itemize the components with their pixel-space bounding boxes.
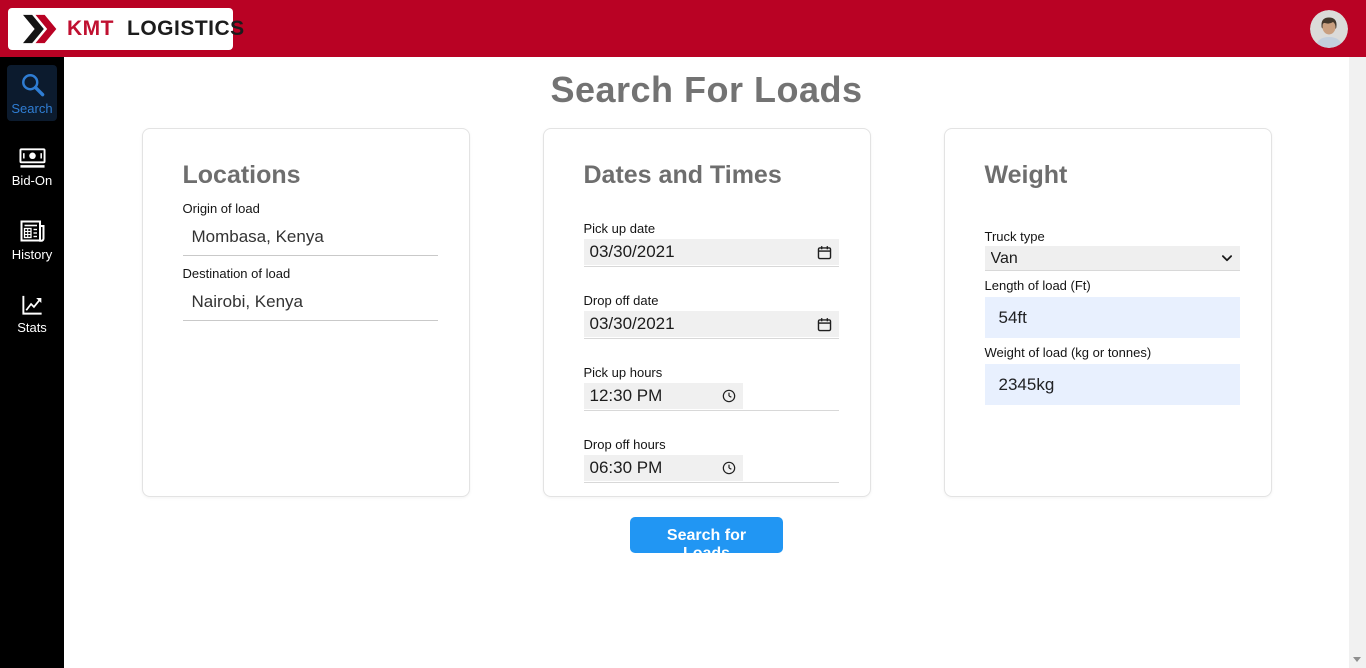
dropoff-hours-wrap — [583, 455, 839, 483]
user-avatar[interactable] — [1310, 10, 1348, 48]
clock-icon[interactable] — [721, 460, 737, 476]
pickup-hours-wrap — [583, 383, 839, 411]
dropoff-hours-group: Drop off hours — [583, 437, 840, 483]
stats-icon — [20, 292, 45, 317]
sidebar-item-label: Bid-On — [11, 173, 53, 188]
dropoff-date-input[interactable] — [589, 314, 816, 334]
top-header-bar: KMT LOGISTICS — [0, 0, 1366, 57]
sidebar-item-bid-on[interactable]: Bid-On — [7, 140, 57, 193]
length-input[interactable] — [984, 297, 1240, 338]
cards-row: Locations Origin of load Destination of … — [64, 128, 1349, 497]
destination-label: Destination of load — [182, 266, 291, 281]
weight-card-title: Weight — [984, 161, 1068, 189]
brand-logistics-text: LOGISTICS — [127, 17, 245, 40]
dropoff-date-label: Drop off date — [583, 293, 659, 308]
calendar-icon[interactable] — [816, 316, 833, 333]
weight-label: Weight of load (kg or tonnes) — [984, 345, 1152, 360]
origin-field-wrap — [182, 225, 438, 256]
weight-card: Weight Truck type Van Length of load (Ft… — [943, 128, 1272, 497]
dates-card-title: Dates and Times — [583, 161, 782, 189]
brand-logo[interactable]: KMT LOGISTICS — [8, 8, 244, 50]
dropoff-date-group: Drop off date — [583, 293, 840, 339]
calendar-icon[interactable] — [816, 244, 833, 261]
main-content: Search For Loads Locations Origin of loa… — [64, 57, 1349, 668]
dates-card: Dates and Times Pick up date 03/30/2021 … — [542, 128, 871, 497]
sidebar-item-label: History — [11, 247, 53, 262]
sidebar-item-label: Search — [11, 101, 53, 116]
scrollbar-down-arrow-icon[interactable] — [1353, 657, 1361, 662]
sidebar-item-stats[interactable]: Stats — [7, 286, 57, 340]
dropoff-hours-label: Drop off hours — [583, 437, 666, 452]
pickup-hours-group: Pick up hours — [583, 365, 840, 411]
sidebar-item-search[interactable]: Search — [7, 65, 57, 121]
dropoff-date-wrap — [583, 311, 839, 339]
brand-chevrons-icon — [18, 13, 58, 45]
search-icon — [19, 71, 46, 98]
page-title: Search For Loads — [550, 69, 863, 110]
pickup-date-label: Pick up date — [583, 221, 656, 236]
pickup-hours-label: Pick up hours — [583, 365, 663, 380]
sidebar-item-label: Stats — [17, 320, 47, 335]
pickup-hours-input[interactable] — [589, 386, 721, 406]
origin-input[interactable] — [191, 227, 438, 247]
sidebar-item-history[interactable]: History — [7, 212, 57, 267]
origin-label: Origin of load — [182, 201, 260, 216]
destination-input[interactable] — [191, 292, 438, 312]
newspaper-icon — [19, 218, 46, 244]
truck-type-select[interactable]: Van — [984, 246, 1240, 270]
destination-field-wrap — [182, 290, 438, 321]
locations-card: Locations Origin of load Destination of … — [141, 128, 470, 497]
locations-card-title: Locations — [182, 161, 301, 189]
weight-input[interactable] — [984, 364, 1240, 405]
vertical-scrollbar[interactable] — [1349, 57, 1366, 668]
sidebar-nav: Search Bid-On History Stats — [0, 57, 64, 668]
pickup-date-wrap — [583, 239, 839, 267]
app-root: KMT LOGISTICS Search Bid-On History Stat… — [0, 0, 1366, 668]
clock-icon[interactable] — [721, 388, 737, 404]
cash-icon — [18, 146, 46, 170]
length-label: Length of load (Ft) — [984, 278, 1091, 293]
truck-type-select-wrap: Van — [984, 246, 1240, 271]
search-for-loads-button[interactable]: Search for Loads — [630, 517, 783, 562]
pickup-date-group: Pick up date — [583, 221, 840, 267]
dropoff-hours-input[interactable] — [589, 458, 721, 478]
pickup-date-input[interactable] — [589, 242, 816, 262]
truck-type-label: Truck type — [984, 229, 1045, 244]
button-row: Search for Loads — [64, 517, 1349, 563]
brand-kmt-text: KMT — [67, 17, 114, 40]
